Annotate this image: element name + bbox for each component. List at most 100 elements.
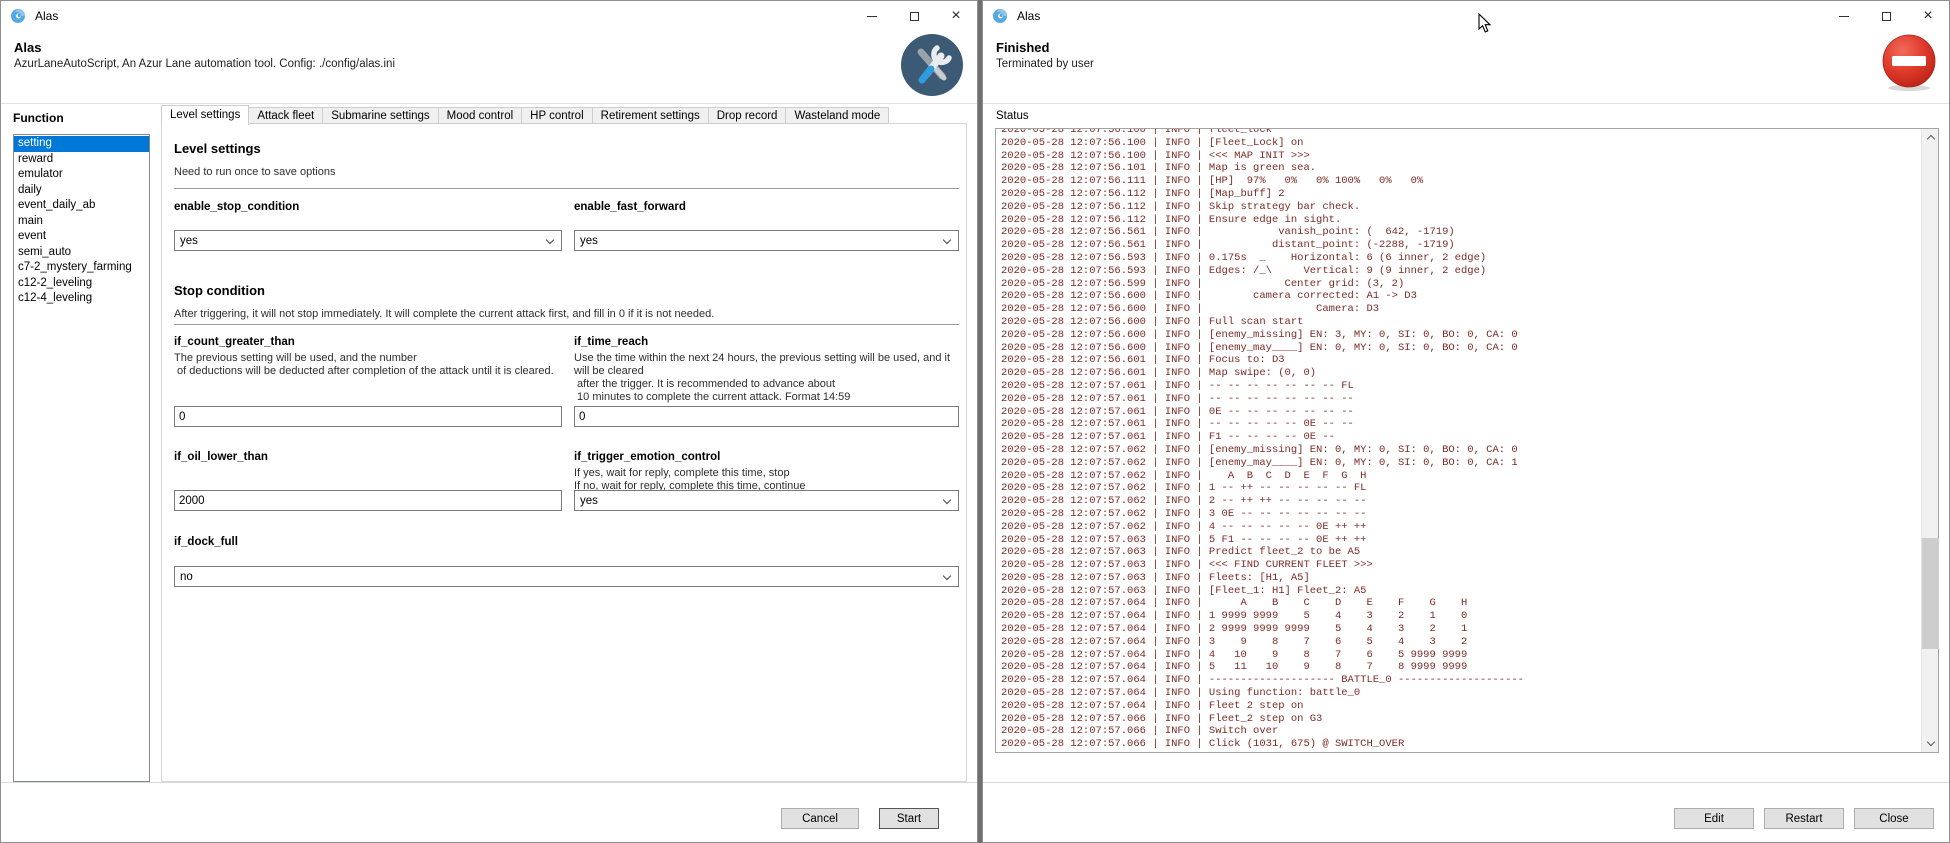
edit-button[interactable]: Edit xyxy=(1674,808,1754,829)
log-line: 2020-05-28 12:07:56.600 | INFO | [enemy_… xyxy=(1001,329,1921,342)
start-button[interactable]: Start xyxy=(879,808,939,829)
log-window: Alas × Finished Terminated by user Statu… xyxy=(982,0,1950,843)
if-count-greater-than-input[interactable] xyxy=(174,406,562,427)
window-title: Alas xyxy=(35,9,58,23)
level-settings-panel: Level settings Need to run once to save … xyxy=(161,123,967,782)
chevron-down-icon xyxy=(546,236,554,244)
left-footer: Cancel Start xyxy=(1,782,977,842)
function-list-item[interactable]: daily xyxy=(14,183,149,199)
if-time-reach-input[interactable] xyxy=(574,406,959,427)
tab[interactable]: Attack fleet xyxy=(248,107,323,124)
log-line: 2020-05-28 12:07:56.600 | INFO | Full sc… xyxy=(1001,316,1921,329)
minimize-button[interactable] xyxy=(851,1,893,31)
log-line: 2020-05-28 12:07:56.100 | INFO | [Fleet_… xyxy=(1001,137,1921,150)
log-line: 2020-05-28 12:07:56.100 | INFO | fleet_l… xyxy=(1001,129,1921,137)
log-line: 2020-05-28 12:07:56.600 | INFO | Camera:… xyxy=(1001,303,1921,316)
chevron-up-icon xyxy=(1926,135,1934,143)
minimize-icon xyxy=(867,16,877,17)
log-line: 2020-05-28 12:07:57.064 | INFO | A B C D… xyxy=(1001,597,1921,610)
maximize-icon xyxy=(1882,12,1891,21)
function-list-item[interactable]: event_daily_ab xyxy=(14,198,149,214)
log-line: 2020-05-28 12:07:56.100 | INFO | <<< MAP… xyxy=(1001,150,1921,163)
select-value: no xyxy=(180,571,193,583)
log-line: 2020-05-28 12:07:57.063 | INFO | [Fleet_… xyxy=(1001,585,1921,598)
separator xyxy=(174,188,959,189)
tab[interactable]: Mood control xyxy=(438,107,522,124)
section-subtitle-stop-condition: After triggering, it will not stop immed… xyxy=(174,308,959,320)
separator xyxy=(174,324,959,325)
section-subtitle-level-settings: Need to run once to save options xyxy=(174,166,959,178)
chevron-down-icon xyxy=(943,572,951,580)
log-line: 2020-05-28 12:07:57.064 | INFO | 5 11 10… xyxy=(1001,661,1921,674)
function-list-item[interactable]: setting xyxy=(14,136,149,152)
app-header: Alas AzurLaneAutoScript, An Azur Lane au… xyxy=(1,31,977,104)
log-line: 2020-05-28 12:07:57.066 | INFO | Fleet_2… xyxy=(1001,713,1921,726)
alas-logo-icon xyxy=(10,8,26,24)
tab[interactable]: Level settings xyxy=(161,105,249,125)
log-line: 2020-05-28 12:07:57.061 | INFO | -- -- -… xyxy=(1001,418,1921,431)
restart-button[interactable]: Restart xyxy=(1764,808,1844,829)
help-if-count-greater-than: The previous setting will be used, and t… xyxy=(174,352,562,378)
log-line: 2020-05-28 12:07:57.062 | INFO | 3 0E --… xyxy=(1001,508,1921,521)
if-dock-full-select[interactable]: no xyxy=(174,566,959,587)
log-line: 2020-05-28 12:07:56.601 | INFO | Map swi… xyxy=(1001,367,1921,380)
tab[interactable]: HP control xyxy=(521,107,592,124)
label-enable-fast-forward: enable_fast_forward xyxy=(574,201,959,213)
enable-stop-condition-select[interactable]: yes xyxy=(174,230,562,251)
mouse-cursor xyxy=(1478,13,1492,34)
status-header: Finished Terminated by user xyxy=(983,31,1949,104)
tab[interactable]: Submarine settings xyxy=(322,107,438,124)
log-content: 2020-05-28 12:07:56.100 | INFO | fleet_l… xyxy=(996,129,1921,752)
maximize-button[interactable] xyxy=(1865,1,1907,31)
tab[interactable]: Wasteland mode xyxy=(785,107,889,124)
status-title: Finished xyxy=(996,40,1049,55)
log-line: 2020-05-28 12:07:56.112 | INFO | Skip st… xyxy=(1001,201,1921,214)
titlebar[interactable]: Alas × xyxy=(1,1,977,31)
close-action-button[interactable]: Close xyxy=(1854,808,1934,829)
cancel-button[interactable]: Cancel xyxy=(781,808,859,829)
chevron-down-icon xyxy=(1926,738,1934,746)
log-line: 2020-05-28 12:07:57.062 | INFO | [enemy_… xyxy=(1001,457,1921,470)
if-trigger-emotion-control-select[interactable]: yes xyxy=(574,490,959,511)
scroll-up-button[interactable] xyxy=(1922,129,1939,146)
scroll-down-button[interactable] xyxy=(1922,735,1939,752)
if-oil-lower-than-input[interactable] xyxy=(174,490,562,511)
function-list-item[interactable]: emulator xyxy=(14,167,149,183)
app-title: Alas xyxy=(14,40,41,55)
close-button[interactable]: × xyxy=(1907,1,1949,31)
section-title-stop-condition: Stop condition xyxy=(174,283,959,298)
chevron-down-icon xyxy=(943,236,951,244)
function-panel-label: Function xyxy=(13,111,64,125)
maximize-button[interactable] xyxy=(893,1,935,31)
titlebar[interactable]: Alas × xyxy=(983,1,1949,31)
log-line: 2020-05-28 12:07:57.064 | INFO | 3 9 8 7… xyxy=(1001,636,1921,649)
function-list-item[interactable]: semi_auto xyxy=(14,245,149,261)
log-box: 2020-05-28 12:07:56.100 | INFO | fleet_l… xyxy=(995,128,1939,753)
function-list-item[interactable]: reward xyxy=(14,152,149,168)
log-line: 2020-05-28 12:07:57.061 | INFO | F1 -- -… xyxy=(1001,431,1921,444)
function-list-item[interactable]: c7-2_mystery_farming xyxy=(14,260,149,276)
scrollbar-thumb[interactable] xyxy=(1922,538,1939,649)
log-line: 2020-05-28 12:07:57.062 | INFO | 2 -- ++… xyxy=(1001,495,1921,508)
tab[interactable]: Retirement settings xyxy=(592,107,709,124)
minimize-button[interactable] xyxy=(1823,1,1865,31)
log-line: 2020-05-28 12:07:57.062 | INFO | 4 -- --… xyxy=(1001,521,1921,534)
log-line: 2020-05-28 12:07:57.061 | INFO | -- -- -… xyxy=(1001,380,1921,393)
help-if-time-reach: Use the time within the next 24 hours, t… xyxy=(574,352,959,404)
enable-fast-forward-select[interactable]: yes xyxy=(574,230,959,251)
tab[interactable]: Drop record xyxy=(708,107,787,124)
function-list-item[interactable]: main xyxy=(14,214,149,230)
log-line: 2020-05-28 12:07:57.063 | INFO | 5 F1 --… xyxy=(1001,534,1921,547)
function-list-item[interactable]: event xyxy=(14,229,149,245)
tools-icon xyxy=(901,34,963,96)
label-if-count-greater-than: if_count_greater_than xyxy=(174,336,562,348)
select-value: yes xyxy=(180,235,198,247)
log-line: 2020-05-28 12:07:56.599 | INFO | Center … xyxy=(1001,278,1921,291)
label-if-trigger-emotion-control: if_trigger_emotion_control xyxy=(574,451,959,463)
function-list-item[interactable]: c12-2_leveling xyxy=(14,276,149,292)
log-line: 2020-05-28 12:07:57.063 | INFO | <<< FIN… xyxy=(1001,559,1921,572)
log-line: 2020-05-28 12:07:57.063 | INFO | Fleets:… xyxy=(1001,572,1921,585)
function-list-item[interactable]: c12-4_leveling xyxy=(14,291,149,307)
log-scrollbar[interactable] xyxy=(1921,129,1938,752)
close-button[interactable]: × xyxy=(935,1,977,31)
